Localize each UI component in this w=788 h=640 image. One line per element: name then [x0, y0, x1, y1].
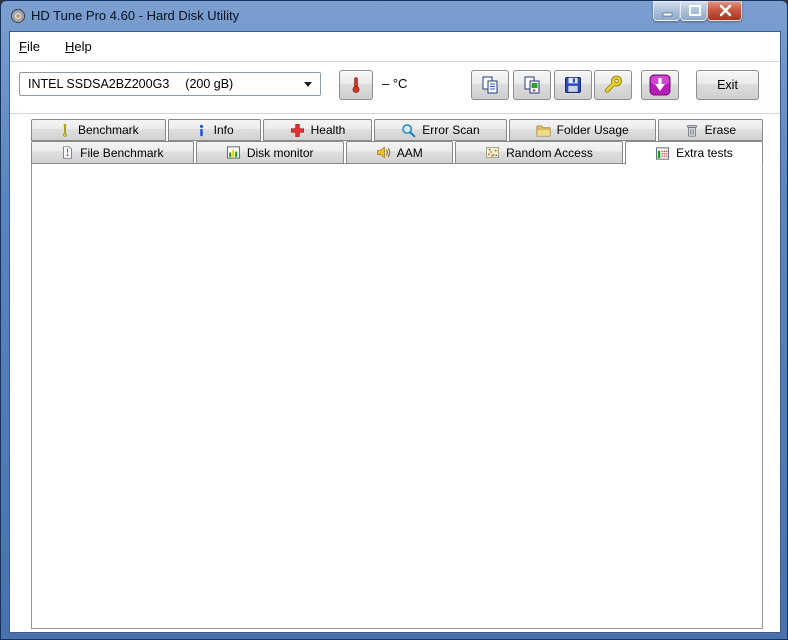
minimize-icon: [662, 12, 673, 17]
minimize-button[interactable]: [653, 1, 680, 21]
close-icon: [719, 4, 732, 17]
tab-file-benchmark[interactable]: File Benchmark: [31, 141, 194, 164]
hd-tune-window: HD Tune Pro 4.60 - Hard Disk Utility Fil…: [0, 0, 788, 640]
folder-usage-icon: [536, 125, 551, 136]
close-button[interactable]: [707, 1, 742, 21]
hard-disk-icon: [10, 8, 26, 24]
tab-row-1: Benchmark Info Health Error Scan Folder …: [31, 119, 763, 141]
exit-button[interactable]: Exit: [696, 70, 759, 100]
info-icon: [199, 124, 203, 136]
tab-erase[interactable]: Erase: [657, 119, 763, 141]
toolbar-separator: [10, 113, 780, 114]
tab-extra-tests[interactable]: Extra tests: [624, 141, 763, 165]
copy-text-button[interactable]: [471, 70, 509, 100]
menu-help[interactable]: Help: [59, 37, 98, 56]
menu-separator: [10, 61, 780, 62]
drive-model: INTEL SSDSA2BZ200G3: [28, 77, 170, 91]
temperature-button[interactable]: [339, 70, 373, 100]
save-icon: [565, 77, 581, 93]
maximize-icon: [689, 5, 701, 16]
drive-size: (200 gB): [185, 77, 234, 91]
tab-benchmark[interactable]: Benchmark: [31, 119, 166, 141]
tab-disk-monitor[interactable]: Disk monitor: [195, 141, 344, 164]
download-button[interactable]: [641, 70, 679, 100]
title-bar: HD Tune Pro 4.60 - Hard Disk Utility: [1, 1, 787, 31]
tab-error-scan[interactable]: Error Scan: [374, 119, 507, 141]
options-button[interactable]: [594, 70, 632, 100]
tab-aam[interactable]: AAM: [345, 141, 453, 164]
options-icon: [604, 75, 622, 93]
save-button[interactable]: [554, 70, 592, 100]
copy-image-icon: [524, 76, 540, 94]
aam-icon: [376, 146, 391, 159]
maximize-button[interactable]: [680, 1, 707, 21]
error-scan-icon: [402, 123, 416, 137]
disk-monitor-icon: [226, 146, 240, 159]
health-icon: [290, 123, 304, 137]
chevron-down-icon: [304, 81, 312, 87]
tab-random-access[interactable]: Random Access: [454, 141, 623, 164]
thermometer-icon: [352, 77, 360, 93]
random-access-icon: [486, 146, 500, 159]
extra-tests-panel: [31, 163, 763, 629]
tab-folder-usage[interactable]: Folder Usage: [508, 119, 656, 141]
drive-selector-dropdown[interactable]: INTEL SSDSA2BZ200G3 (200 gB): [19, 72, 321, 96]
tab-info[interactable]: Info: [167, 119, 261, 141]
erase-icon: [686, 124, 697, 137]
copy-text-icon: [482, 76, 498, 94]
extra-tests-icon: [656, 146, 670, 160]
copy-image-button[interactable]: [513, 70, 551, 100]
window-title: HD Tune Pro 4.60 - Hard Disk Utility: [31, 8, 240, 23]
file-benchmark-icon: [63, 146, 73, 159]
temperature-readout: – °C: [382, 76, 408, 91]
benchmark-icon: [63, 123, 67, 137]
menu-file[interactable]: File: [13, 37, 46, 56]
download-icon: [649, 74, 671, 96]
tab-health[interactable]: Health: [262, 119, 373, 141]
tab-row-2: File Benchmark Disk monitor AAM Random A…: [31, 141, 763, 165]
